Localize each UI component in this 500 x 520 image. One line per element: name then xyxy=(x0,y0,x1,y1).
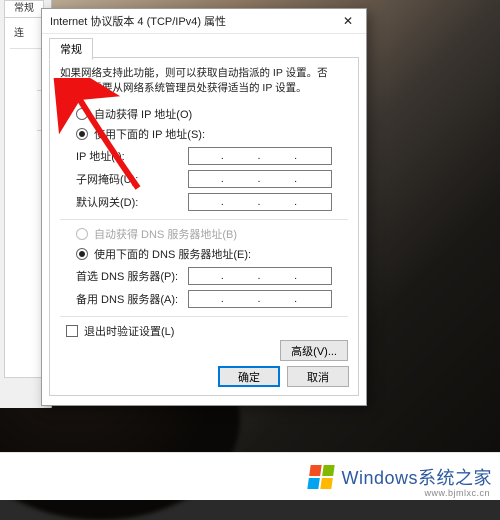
watermark-url: www.bjmlxc.cn xyxy=(424,488,490,498)
watermark-suffix: 系统之家 xyxy=(418,468,492,488)
radio-dns-manual-label: 使用下面的 DNS 服务器地址(E): xyxy=(94,246,251,262)
ok-button[interactable]: 确定 xyxy=(218,366,280,387)
cancel-button[interactable]: 取消 xyxy=(287,366,349,387)
tab-strip: 常规 xyxy=(49,38,359,58)
cancel-button-label: 取消 xyxy=(307,369,329,385)
watermark-bar: Windows系统之家 www.bjmlxc.cn xyxy=(0,452,500,500)
ip-group: 自动获得 IP 地址(O) 使用下面的 IP 地址(S): IP 地址(I): … xyxy=(60,106,348,211)
divider xyxy=(60,316,348,317)
subnet-mask-label: 子网掩码(U): xyxy=(76,171,188,187)
alternate-dns-label: 备用 DNS 服务器(A): xyxy=(76,291,188,307)
windows-logo-icon xyxy=(308,465,335,489)
radio-icon xyxy=(76,228,88,240)
preferred-dns-label: 首选 DNS 服务器(P): xyxy=(76,268,188,284)
field-subnet-mask: 子网掩码(U): ... xyxy=(76,170,348,188)
dns-group: 自动获得 DNS 服务器地址(B) 使用下面的 DNS 服务器地址(E): 首选… xyxy=(60,226,348,308)
dialog-title: Internet 协议版本 4 (TCP/IPv4) 属性 xyxy=(50,13,330,29)
field-default-gateway: 默认网关(D): ... xyxy=(76,193,348,211)
checkbox-icon xyxy=(66,325,78,337)
divider xyxy=(60,219,348,220)
radio-icon xyxy=(76,128,88,140)
field-preferred-dns: 首选 DNS 服务器(P): ... xyxy=(76,267,348,285)
radio-dns-manual[interactable]: 使用下面的 DNS 服务器地址(E): xyxy=(76,246,348,262)
default-gateway-label: 默认网关(D): xyxy=(76,194,188,210)
radio-ip-auto-label: 自动获得 IP 地址(O) xyxy=(94,106,192,122)
radio-ip-manual[interactable]: 使用下面的 IP 地址(S): xyxy=(76,126,348,142)
validate-on-exit-label: 退出时验证设置(L) xyxy=(84,323,174,339)
radio-dns-auto-label: 自动获得 DNS 服务器地址(B) xyxy=(94,226,237,242)
ok-button-label: 确定 xyxy=(238,369,260,385)
close-icon: ✕ xyxy=(343,14,353,28)
field-ip-address: IP 地址(I): ... xyxy=(76,147,348,165)
watermark-brand: Windows xyxy=(341,468,418,488)
preferred-dns-input[interactable]: ... xyxy=(188,267,332,285)
ipv4-properties-dialog: Internet 协议版本 4 (TCP/IPv4) 属性 ✕ 常规 如果网络支… xyxy=(41,8,367,406)
radio-dns-auto: 自动获得 DNS 服务器地址(B) xyxy=(76,226,348,242)
description-text: 如果网络支持此功能，则可以获取自动指派的 IP 设置。否则，你需要从网络系统管理… xyxy=(60,66,348,96)
checkbox-validate-on-exit[interactable]: 退出时验证设置(L) xyxy=(66,323,348,339)
titlebar: Internet 协议版本 4 (TCP/IPv4) 属性 ✕ xyxy=(42,9,366,34)
ip-address-input[interactable]: ... xyxy=(188,147,332,165)
parent-label-stub: 连 xyxy=(14,24,24,39)
tab-panel-general: 如果网络支持此功能，则可以获取自动指派的 IP 设置。否则，你需要从网络系统管理… xyxy=(49,58,359,396)
advanced-button[interactable]: 高级(V)... xyxy=(280,340,348,361)
radio-ip-manual-label: 使用下面的 IP 地址(S): xyxy=(94,126,205,142)
close-button[interactable]: ✕ xyxy=(330,9,366,34)
watermark-text: Windows系统之家 xyxy=(341,464,492,490)
field-alternate-dns: 备用 DNS 服务器(A): ... xyxy=(76,290,348,308)
tab-general[interactable]: 常规 xyxy=(49,38,93,60)
ip-address-label: IP 地址(I): xyxy=(76,148,188,164)
default-gateway-input[interactable]: ... xyxy=(188,193,332,211)
subnet-mask-input[interactable]: ... xyxy=(188,170,332,188)
radio-icon xyxy=(76,108,88,120)
radio-icon xyxy=(76,248,88,260)
radio-ip-auto[interactable]: 自动获得 IP 地址(O) xyxy=(76,106,348,122)
alternate-dns-input[interactable]: ... xyxy=(188,290,332,308)
advanced-button-label: 高级(V)... xyxy=(291,343,337,359)
parent-tab: 常规 xyxy=(4,0,44,18)
